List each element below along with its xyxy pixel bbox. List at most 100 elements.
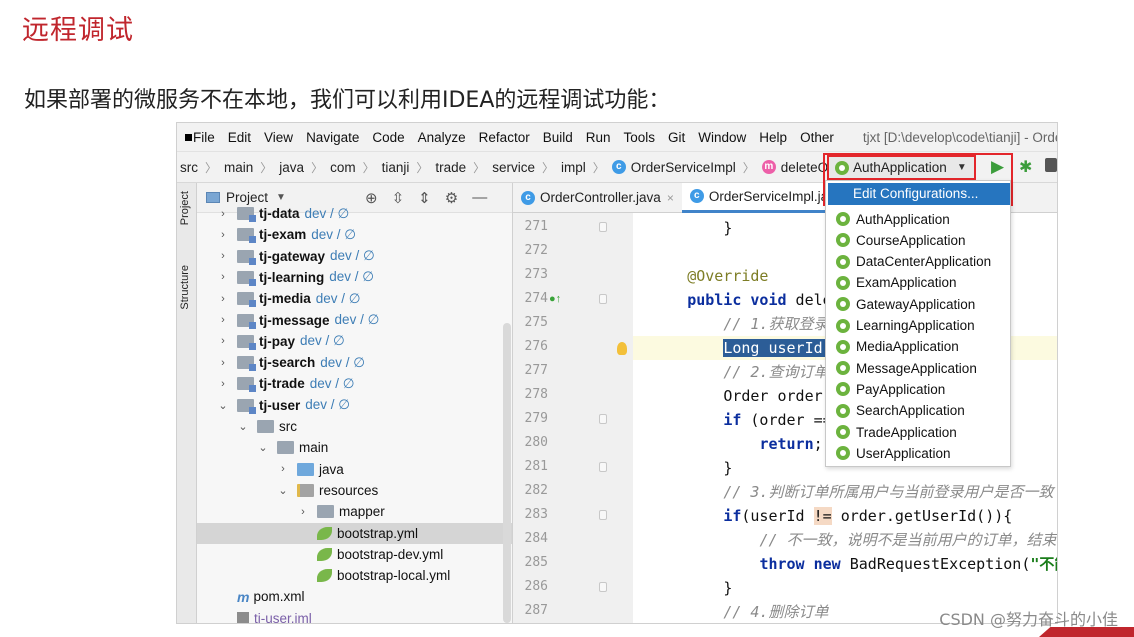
structure-tool-tab[interactable]: Structure	[179, 265, 191, 310]
run-configuration-option[interactable]: DataCenterApplication	[836, 252, 991, 272]
tree-item[interactable]: bootstrap.yml	[197, 522, 512, 544]
chevron-right-icon[interactable]: ›	[217, 250, 229, 262]
tree-item[interactable]: › tj-search dev / ∅	[197, 352, 512, 373]
run-configuration-option[interactable]: MessageApplication	[836, 358, 977, 378]
fold-marker-icon[interactable]	[599, 582, 607, 592]
line-number[interactable]: 287	[518, 603, 548, 618]
line-number[interactable]: 272	[518, 243, 548, 258]
tree-item[interactable]: › tj-data dev / ∅	[197, 203, 512, 224]
chevron-right-icon[interactable]: ›	[217, 293, 229, 305]
line-number[interactable]: 271	[518, 219, 548, 234]
run-configuration-option[interactable]: GatewayApplication	[836, 294, 975, 314]
breadcrumb-impl[interactable]: impl 〉	[561, 159, 612, 176]
run-configuration-option[interactable]: PayApplication	[836, 379, 945, 399]
line-number[interactable]: 285	[518, 555, 548, 570]
chevron-right-icon[interactable]: ›	[217, 271, 229, 283]
breadcrumb-com[interactable]: com 〉	[330, 159, 382, 176]
implements-method-icon[interactable]: ●↑	[549, 293, 561, 305]
breadcrumb-service[interactable]: service 〉	[492, 159, 561, 176]
breadcrumb-tianji[interactable]: tianji 〉	[382, 159, 436, 176]
menu-code[interactable]: Code	[372, 130, 404, 145]
tree-item[interactable]: › tj-gateway dev / ∅	[197, 246, 512, 267]
breadcrumb-main[interactable]: main 〉	[224, 159, 279, 176]
run-configuration-option[interactable]: LearningApplication	[836, 316, 975, 336]
run-configuration-option[interactable]: AuthApplication	[836, 209, 950, 229]
line-number[interactable]: 275	[518, 315, 548, 330]
tree-item[interactable]: › tj-media dev / ∅	[197, 288, 512, 309]
breadcrumb-src[interactable]: src 〉	[180, 159, 224, 176]
run-configuration-option[interactable]: ExamApplication	[836, 273, 957, 293]
coverage-icon[interactable]	[1045, 158, 1057, 172]
tree-item[interactable]: › tj-exam dev / ∅	[197, 224, 512, 245]
line-number[interactable]: 281	[518, 459, 548, 474]
line-number[interactable]: 286	[518, 579, 548, 594]
chevron-right-icon[interactable]: ›	[217, 335, 229, 347]
line-number[interactable]: 284	[518, 531, 548, 546]
tree-item[interactable]: › tj-message dev / ∅	[197, 310, 512, 331]
menu-file[interactable]: File	[193, 130, 215, 145]
tab-order-service-impl[interactable]: c OrderServiceImpl.ja	[681, 182, 837, 213]
scrollbar[interactable]	[503, 323, 511, 623]
dropdown-caret-icon[interactable]: ▼	[276, 192, 286, 203]
chevron-right-icon[interactable]: ›	[217, 208, 229, 220]
menu-navigate[interactable]: Navigate	[306, 130, 359, 145]
chevron-down-icon[interactable]: ⌄	[277, 484, 289, 497]
fold-marker-icon[interactable]	[599, 510, 607, 520]
tree-item[interactable]: › java	[197, 459, 512, 480]
tree-item[interactable]: tj-user.iml	[197, 608, 512, 623]
chevron-down-icon[interactable]: ⌄	[237, 420, 249, 433]
close-icon[interactable]: ×	[667, 191, 674, 205]
tree-item[interactable]: › tj-trade dev / ∅	[197, 373, 512, 394]
tree-item[interactable]: ⌄ src	[197, 416, 512, 437]
chevron-down-icon[interactable]: ⌄	[257, 441, 269, 454]
menu-other[interactable]: Other	[800, 130, 834, 145]
menu-analyze[interactable]: Analyze	[418, 130, 466, 145]
menu-tools[interactable]: Tools	[624, 130, 656, 145]
chevron-right-icon[interactable]: ›	[217, 229, 229, 241]
menu-window[interactable]: Window	[698, 130, 746, 145]
run-configuration-option[interactable]: UserApplication	[836, 443, 951, 463]
line-number[interactable]: 282	[518, 483, 548, 498]
tree-item[interactable]: › mapper	[197, 501, 512, 522]
run-configuration-option[interactable]: TradeApplication	[836, 422, 957, 442]
fold-marker-icon[interactable]	[599, 414, 607, 424]
tree-item[interactable]: ⌄ tj-user dev / ∅	[197, 395, 512, 416]
menu-git[interactable]: Git	[668, 130, 685, 145]
menu-view[interactable]: View	[264, 130, 293, 145]
tree-item[interactable]: bootstrap-dev.yml	[197, 544, 512, 565]
chevron-right-icon[interactable]: ›	[297, 506, 309, 518]
breadcrumb-java[interactable]: java 〉	[279, 159, 330, 176]
menu-run[interactable]: Run	[586, 130, 611, 145]
line-number[interactable]: 277	[518, 363, 548, 378]
tree-item[interactable]: m pom.xml	[197, 586, 512, 607]
menu-help[interactable]: Help	[759, 130, 787, 145]
fold-marker-icon[interactable]	[599, 294, 607, 304]
run-configuration-option[interactable]: CourseApplication	[836, 230, 966, 250]
breadcrumb-class[interactable]: c OrderServiceImpl 〉	[611, 159, 762, 176]
project-tool-tab[interactable]: Project	[179, 191, 191, 225]
chevron-right-icon[interactable]: ›	[277, 463, 289, 475]
tree-item[interactable]: › tj-pay dev / ∅	[197, 331, 512, 352]
tab-order-controller[interactable]: c OrderController.java ×	[513, 183, 682, 213]
chevron-down-icon[interactable]: ⌄	[217, 399, 229, 412]
tree-item[interactable]: bootstrap-local.yml	[197, 565, 512, 586]
tree-item[interactable]: › tj-learning dev / ∅	[197, 267, 512, 288]
line-number[interactable]: 278	[518, 387, 548, 402]
chevron-right-icon[interactable]: ›	[217, 314, 229, 326]
tree-item[interactable]: ⌄ main	[197, 437, 512, 458]
line-number[interactable]: 280	[518, 435, 548, 450]
run-configuration-option[interactable]: SearchApplication	[836, 401, 965, 421]
tree-item[interactable]: ⌄ resources	[197, 480, 512, 501]
line-number[interactable]: 276	[518, 339, 548, 354]
chevron-right-icon[interactable]: ›	[217, 357, 229, 369]
breadcrumb-trade[interactable]: trade 〉	[435, 159, 492, 176]
lightbulb-icon[interactable]	[617, 342, 627, 355]
fold-marker-icon[interactable]	[599, 462, 607, 472]
line-number[interactable]: 273	[518, 267, 548, 282]
line-number[interactable]: 274	[518, 291, 548, 306]
menu-build[interactable]: Build	[543, 130, 573, 145]
run-configuration-option[interactable]: MediaApplication	[836, 337, 959, 357]
debug-bug-icon[interactable]: ✱	[1019, 157, 1032, 177]
chevron-right-icon[interactable]: ›	[217, 378, 229, 390]
line-number[interactable]: 283	[518, 507, 548, 522]
